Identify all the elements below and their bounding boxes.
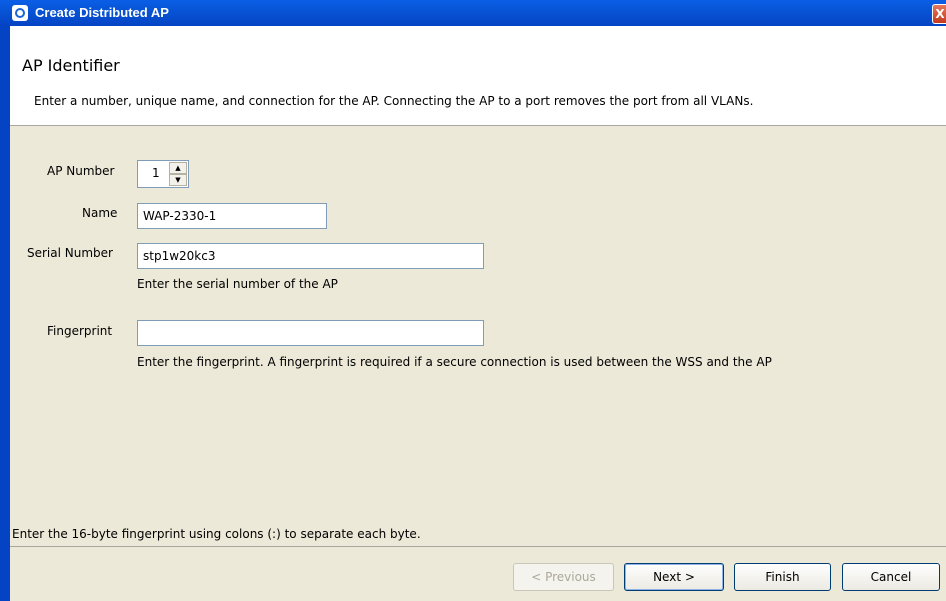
window-border	[0, 26, 10, 601]
window-title: Create Distributed AP	[35, 5, 169, 20]
header-divider	[10, 125, 946, 126]
page-description: Enter a number, unique name, and connect…	[34, 94, 754, 108]
page-title: AP Identifier	[22, 56, 120, 75]
serial-number-hint: Enter the serial number of the AP	[137, 277, 338, 291]
fingerprint-label: Fingerprint	[47, 324, 113, 338]
ap-number-value[interactable]: 1	[152, 166, 160, 180]
title-bar[interactable]: Create Distributed AP X	[0, 0, 946, 26]
header-panel: AP Identifier Enter a number, unique nam…	[10, 26, 946, 125]
finish-button[interactable]: Finish	[734, 563, 831, 591]
name-input[interactable]	[137, 203, 327, 229]
serial-number-input[interactable]	[137, 243, 484, 269]
close-button[interactable]: X	[932, 4, 946, 24]
status-text: Enter the 16-byte fingerprint using colo…	[12, 527, 421, 541]
fingerprint-input[interactable]	[137, 320, 484, 346]
status-divider	[10, 546, 946, 547]
serial-number-label: Serial Number	[27, 246, 113, 260]
cancel-button[interactable]: Cancel	[842, 563, 940, 591]
fingerprint-hint: Enter the fingerprint. A fingerprint is …	[137, 355, 772, 369]
ap-number-label: AP Number	[47, 164, 115, 178]
name-label: Name	[82, 206, 118, 220]
app-icon	[12, 5, 28, 21]
spin-up-icon[interactable]: ▲	[169, 162, 187, 174]
ap-number-spinner[interactable]: 1 ▲ ▼	[137, 160, 189, 188]
next-button[interactable]: Next >	[624, 563, 724, 591]
previous-button[interactable]: < Previous	[513, 563, 614, 591]
spin-down-icon[interactable]: ▼	[169, 174, 187, 186]
